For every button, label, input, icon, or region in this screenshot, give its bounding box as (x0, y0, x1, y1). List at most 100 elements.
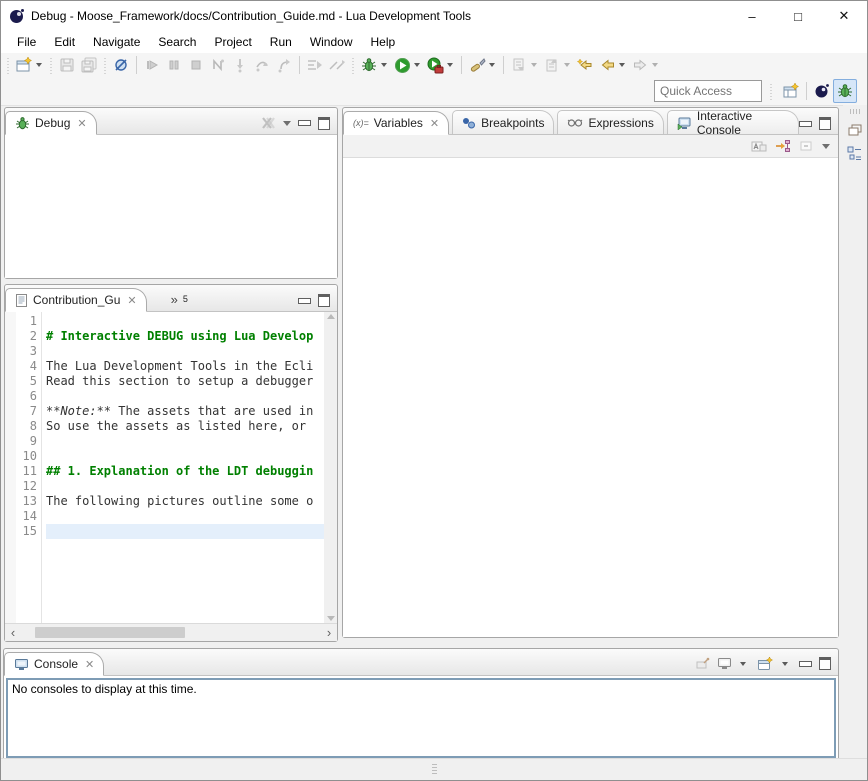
scroll-left-icon[interactable]: ‹ (5, 625, 21, 640)
save-all-button[interactable] (78, 54, 100, 76)
debug-button[interactable] (358, 54, 380, 76)
tab-expressions[interactable]: Expressions (557, 110, 663, 134)
debug-perspective-button[interactable] (833, 79, 857, 103)
status-drag-handle[interactable] (432, 764, 437, 776)
pin-console-icon[interactable] (695, 657, 710, 670)
editor-line-heading[interactable]: ## 1. Explanation of the LDT debuggin (46, 464, 324, 479)
minimize-view-icon[interactable] (799, 121, 812, 127)
menu-navigate[interactable]: Navigate (85, 33, 148, 51)
editor-current-line[interactable] (46, 524, 324, 539)
editor-line[interactable] (46, 479, 324, 494)
view-menu-icon[interactable] (283, 121, 291, 126)
menu-run[interactable]: Run (262, 33, 300, 51)
scroll-down-icon[interactable] (327, 616, 335, 621)
close-tab-icon[interactable]: ✕ (127, 294, 136, 307)
editor-overflow-chevron[interactable]: »5 (147, 287, 197, 311)
suspend-button[interactable] (163, 54, 185, 76)
close-tab-icon[interactable]: ✕ (430, 117, 439, 130)
show-type-names-icon[interactable] (751, 139, 767, 153)
disconnect-button[interactable] (207, 54, 229, 76)
step-return-button[interactable] (273, 54, 295, 76)
editor-line[interactable]: So use the assets as listed here, or (46, 419, 324, 434)
run-dropdown[interactable] (414, 63, 420, 67)
close-window-button[interactable]: ✕ (821, 1, 867, 31)
menu-edit[interactable]: Edit (46, 33, 83, 51)
tab-breakpoints[interactable]: Breakpoints (452, 110, 554, 134)
minimize-view-icon[interactable] (298, 298, 311, 304)
restore-views-icon[interactable] (848, 124, 862, 136)
minimize-view-icon[interactable] (298, 120, 311, 126)
mark-occurrences-button[interactable] (466, 54, 488, 76)
maximize-view-icon[interactable] (819, 657, 831, 670)
editor-line-heading[interactable]: # Interactive DEBUG using Lua Develop (46, 329, 324, 344)
minimize-window-button[interactable]: – (729, 1, 775, 31)
lua-perspective-button[interactable] (811, 80, 833, 102)
editor-text-area[interactable]: # Interactive DEBUG using Lua Develop Th… (42, 312, 324, 623)
mark-occurrences-dropdown[interactable] (489, 63, 495, 67)
external-tools-button[interactable] (424, 54, 446, 76)
menu-file[interactable]: File (9, 33, 44, 51)
run-button[interactable] (391, 54, 413, 76)
editor-line[interactable] (46, 314, 324, 329)
close-tab-icon[interactable]: ✕ (77, 117, 86, 130)
forward-button[interactable] (629, 54, 651, 76)
scroll-right-icon[interactable]: › (321, 625, 337, 640)
new-wizard-button[interactable] (13, 54, 35, 76)
display-console-dropdown[interactable] (740, 662, 746, 666)
editor-line[interactable] (46, 389, 324, 404)
open-console-dropdown[interactable] (782, 662, 788, 666)
resume-button[interactable] (141, 54, 163, 76)
tab-console[interactable]: Console ✕ (4, 652, 104, 676)
back-button[interactable] (596, 54, 618, 76)
open-perspective-button[interactable] (780, 80, 802, 102)
maximize-window-button[interactable]: □ (775, 1, 821, 31)
external-tools-dropdown[interactable] (447, 63, 453, 67)
view-menu-icon[interactable] (822, 144, 830, 149)
horizontal-scrollbar[interactable]: ‹ › (5, 623, 337, 641)
menu-project[interactable]: Project (206, 33, 259, 51)
editor-line[interactable] (46, 344, 324, 359)
show-logical-structure-icon[interactable] (775, 139, 791, 153)
menu-window[interactable]: Window (302, 33, 361, 51)
last-edit-location-button[interactable] (574, 54, 596, 76)
display-selected-console-icon[interactable] (717, 657, 732, 670)
next-annotation-dropdown[interactable] (531, 63, 537, 67)
next-annotation-button[interactable] (508, 54, 530, 76)
collapse-all-icon[interactable] (799, 139, 814, 153)
step-into-button[interactable] (229, 54, 251, 76)
menu-search[interactable]: Search (150, 33, 204, 51)
scroll-up-icon[interactable] (327, 314, 335, 319)
editor-line[interactable]: Read this section to setup a debugger (46, 374, 324, 389)
scrollbar-thumb[interactable] (35, 627, 185, 638)
editor-line[interactable]: The Lua Development Tools in the Ecli (46, 359, 324, 374)
variables-view-content[interactable] (343, 158, 838, 637)
editor-line[interactable] (46, 434, 324, 449)
remove-all-terminated-icon[interactable] (260, 116, 276, 130)
use-step-filters-button[interactable] (304, 54, 326, 76)
vertical-scrollbar[interactable] (324, 312, 337, 623)
tab-contribution-guide[interactable]: Contribution_Gu ✕ (5, 288, 147, 312)
maximize-view-icon[interactable] (318, 117, 330, 130)
back-dropdown[interactable] (619, 63, 625, 67)
new-wizard-dropdown[interactable] (36, 63, 42, 67)
terminate-button[interactable] (185, 54, 207, 76)
minimize-view-icon[interactable] (799, 661, 812, 667)
quick-access-input[interactable] (654, 80, 762, 102)
forward-dropdown[interactable] (652, 63, 658, 67)
console-content[interactable]: No consoles to display at this time. (6, 678, 836, 758)
tab-debug[interactable]: Debug ✕ (5, 111, 97, 135)
skip-all-breakpoints-button[interactable] (110, 54, 132, 76)
tab-interactive-console[interactable]: Interactive Console (667, 110, 799, 134)
debug-dropdown[interactable] (381, 63, 387, 67)
previous-annotation-button[interactable] (541, 54, 563, 76)
open-console-icon[interactable] (757, 656, 774, 671)
menu-help[interactable]: Help (363, 33, 404, 51)
close-tab-icon[interactable]: ✕ (85, 658, 94, 671)
debug-view-content[interactable] (5, 135, 337, 278)
editor-line[interactable]: The following pictures outline some o (46, 494, 324, 509)
editor-line[interactable]: **Note:** The assets that are used in (46, 404, 324, 419)
maximize-view-icon[interactable] (318, 294, 330, 307)
save-button[interactable] (56, 54, 78, 76)
editor-line[interactable] (46, 509, 324, 524)
previous-annotation-dropdown[interactable] (564, 63, 570, 67)
